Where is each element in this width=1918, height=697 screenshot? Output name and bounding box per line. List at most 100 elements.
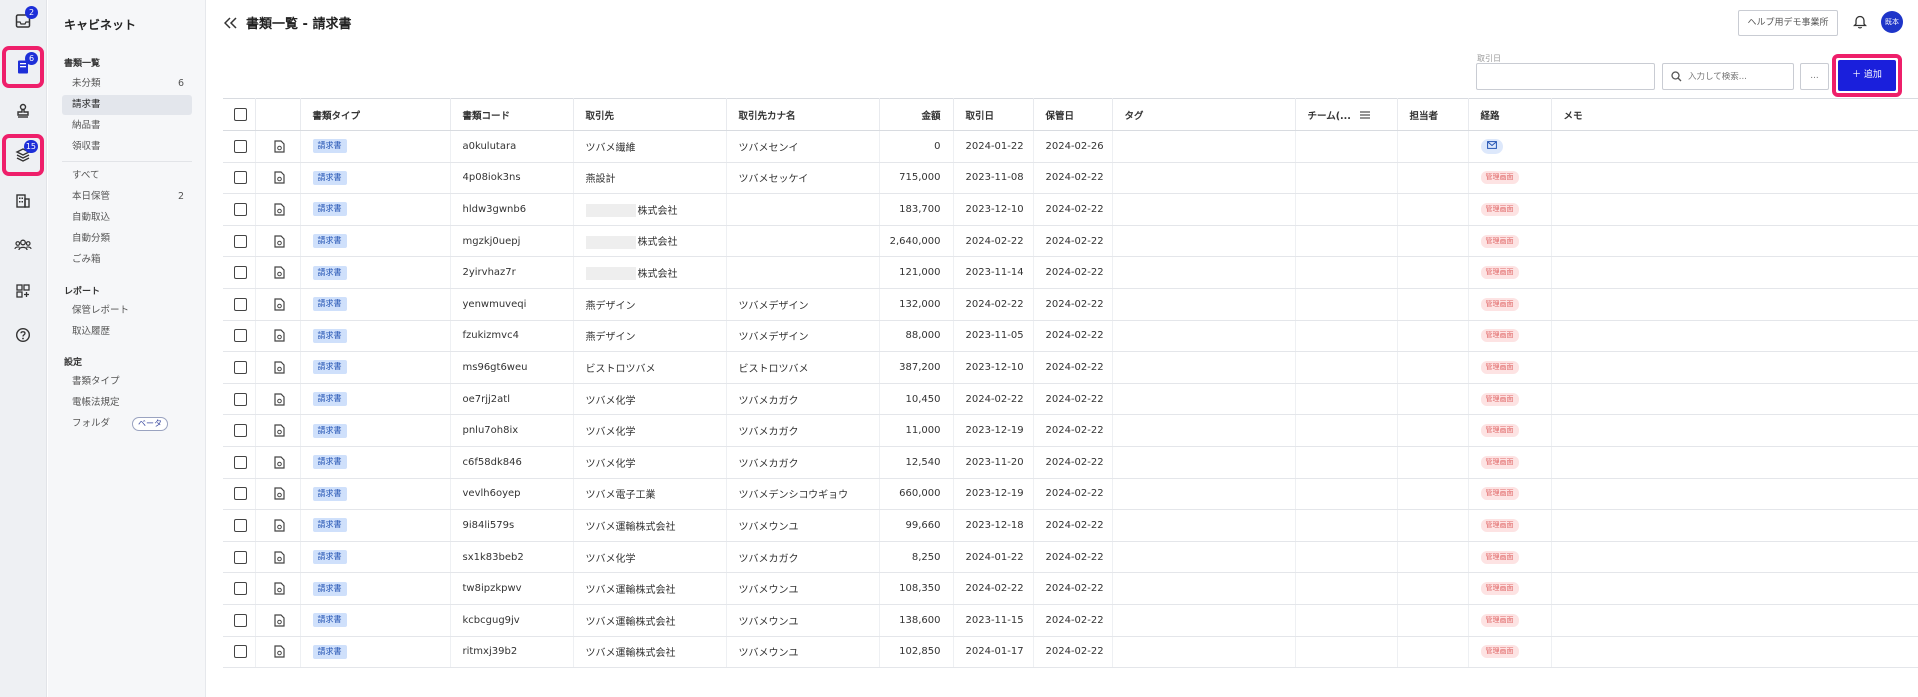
table-row[interactable]: 請求書 kcbcgug9jv ツバメ運輸株式会社 ツバメウンユ 138,600 2023-… <box>223 604 1918 637</box>
search-box[interactable] <box>1662 63 1794 90</box>
row-checkbox[interactable] <box>234 266 247 280</box>
column-header-doc-code[interactable]: 書類コード <box>450 98 574 131</box>
company-button[interactable] <box>6 184 40 218</box>
document-preview-icon[interactable] <box>273 519 285 532</box>
sidebar-item-today[interactable]: 本日保管 2 <box>62 187 192 207</box>
table-row[interactable]: 請求書 fzukizmvc4 燕デザイン ツバメデザイン 88,000 2023-11-0… <box>223 320 1918 353</box>
table-row[interactable]: 請求書 ritmxj39b2 ツバメ運輸株式会社 ツバメウンユ 102,850 2024-… <box>223 636 1918 669</box>
assignee-cell <box>1397 572 1469 605</box>
document-preview-icon[interactable] <box>273 361 285 374</box>
table-row[interactable]: 請求書 sx1k83beb2 ツバメ化学 ツバメカガク 8,250 2024-01-22 2… <box>223 541 1918 574</box>
office-switch-button[interactable]: ヘルプ用デモ事業所 <box>1738 10 1838 36</box>
column-header-trade-date[interactable]: 取引日 <box>953 98 1034 131</box>
partner-name: ツバメ繊維 <box>585 142 636 154</box>
document-preview-icon[interactable] <box>273 487 285 500</box>
row-checkbox[interactable] <box>234 234 247 248</box>
table-row[interactable]: 請求書 tw8ipzkpwv ツバメ運輸株式会社 ツバメウンユ 108,350 2024-… <box>223 572 1918 605</box>
date-filter-input[interactable] <box>1476 63 1655 90</box>
table-row[interactable]: 請求書 c6f58dk846 ツバメ化学 ツバメカガク 12,540 2023-11-20… <box>223 446 1918 479</box>
collapse-sidebar-icon[interactable] <box>224 16 238 29</box>
layers-button[interactable]: 15 <box>2 134 44 176</box>
row-checkbox[interactable] <box>234 582 247 596</box>
select-all-checkbox[interactable] <box>234 108 247 121</box>
document-preview-icon[interactable] <box>273 329 285 342</box>
partner-kana-cell: ツバメデザイン <box>726 320 880 353</box>
apps-button[interactable] <box>6 274 40 308</box>
table-row[interactable]: 請求書 hldw3gwnb6 株式会社 183,700 2023-12-10 2024-0… <box>223 193 1918 226</box>
document-preview-icon[interactable] <box>273 645 285 658</box>
document-preview-icon[interactable] <box>273 614 285 627</box>
column-header-memo[interactable]: メモ <box>1551 98 1918 131</box>
row-checkbox[interactable] <box>234 613 247 627</box>
row-checkbox[interactable] <box>234 297 247 311</box>
sidebar-item-invoice[interactable]: 請求書 <box>62 95 192 115</box>
sidebar-item-all[interactable]: すべて <box>62 166 192 186</box>
sidebar-item-delivery-note[interactable]: 納品書 <box>62 116 192 136</box>
document-preview-icon[interactable] <box>273 550 285 564</box>
sidebar-item-receipt[interactable]: 領収書 <box>62 137 192 157</box>
sidebar-item-unclassified[interactable]: 未分類 6 <box>62 74 192 94</box>
sidebar-item-trash[interactable]: ごみ箱 <box>62 250 192 270</box>
bell-icon[interactable] <box>1853 14 1867 29</box>
document-preview-icon[interactable] <box>273 298 285 311</box>
table-row[interactable]: 請求書 vevlh6oyep ツバメ電子工業 ツバメデンシコウギョウ 660,000 20… <box>223 478 1918 511</box>
add-button[interactable]: ＋ 追加 <box>1838 60 1896 91</box>
table-row[interactable]: 請求書 4p08iok3ns 燕設計 ツバメセッケイ 715,000 2023-11-08… <box>223 162 1918 195</box>
column-header-route[interactable]: 経路 <box>1468 98 1552 131</box>
table-row[interactable]: 請求書 mgzkj0uepj 株式会社 2,640,000 2024-02-22 2024… <box>223 225 1918 258</box>
table-row[interactable]: 請求書 oe7rjj2atl ツバメ化学 ツバメカガク 10,450 2024-02-22… <box>223 383 1918 416</box>
document-preview-icon[interactable] <box>273 582 285 595</box>
more-options-button[interactable]: ... <box>1800 63 1829 90</box>
table-row[interactable]: 請求書 2yirvhaz7r 株式会社 121,000 2023-11-14 2024-0… <box>223 256 1918 289</box>
documents-button[interactable]: 6 <box>2 46 44 88</box>
team-button[interactable] <box>6 228 40 262</box>
inbox-button[interactable]: 2 <box>6 4 40 38</box>
document-preview-icon[interactable] <box>273 456 285 469</box>
document-preview-icon[interactable] <box>273 266 285 279</box>
table-row[interactable]: 請求書 yenwmuveqi 燕デザイン ツバメデザイン 132,000 2024-02-… <box>223 288 1918 321</box>
sidebar-item-ebook-rules[interactable]: 電帳法規定 <box>62 393 192 413</box>
row-checkbox[interactable] <box>234 392 247 406</box>
row-checkbox[interactable] <box>234 518 247 532</box>
row-checkbox[interactable] <box>234 645 247 659</box>
sidebar-item-auto-import[interactable]: 自動取込 <box>62 208 192 228</box>
row-checkbox[interactable] <box>234 455 247 469</box>
filter-lines-icon[interactable] <box>1360 110 1371 119</box>
row-checkbox[interactable] <box>234 487 247 501</box>
sidebar-item-storage-report[interactable]: 保管レポート <box>62 301 192 321</box>
column-header-stored-date[interactable]: 保管日 <box>1033 98 1113 131</box>
sidebar-item-import-history[interactable]: 取込履歴 <box>62 322 192 342</box>
row-checkbox[interactable] <box>234 360 247 374</box>
column-header-assignee[interactable]: 担当者 <box>1397 98 1469 131</box>
document-preview-icon[interactable] <box>273 203 285 216</box>
column-header-amount[interactable]: 金額 <box>879 98 954 131</box>
row-checkbox[interactable] <box>234 202 247 216</box>
column-header-partner[interactable]: 取引先 <box>573 98 727 131</box>
sidebar-item-doc-types[interactable]: 書類タイプ <box>62 372 192 392</box>
column-header-team[interactable]: チーム(... <box>1295 98 1398 131</box>
search-input[interactable] <box>1688 71 1788 82</box>
partner-name: 燕設計 <box>585 174 616 186</box>
row-checkbox[interactable] <box>234 329 247 343</box>
row-checkbox[interactable] <box>234 424 247 438</box>
row-checkbox[interactable] <box>234 550 247 564</box>
table-row[interactable]: 請求書 9i84li579s ツバメ運輸株式会社 ツバメウンユ 99,660 2023-1… <box>223 509 1918 542</box>
column-header-partner-kana[interactable]: 取引先カナ名 <box>726 98 880 131</box>
table-row[interactable]: 請求書 ms96gt6weu ビストロツバメ ビストロツバメ 387,200 2023-1… <box>223 351 1918 384</box>
help-button[interactable] <box>6 318 40 352</box>
stamp-button[interactable] <box>6 94 40 128</box>
document-preview-icon[interactable] <box>273 424 285 437</box>
sidebar-item-folder[interactable]: フォルダ ベータ <box>62 414 192 434</box>
document-preview-icon[interactable] <box>273 234 285 248</box>
row-checkbox[interactable] <box>234 139 247 153</box>
table-row[interactable]: 請求書 pnlu7oh8ix ツバメ化学 ツバメカガク 11,000 2023-12-19… <box>223 414 1918 447</box>
row-checkbox[interactable] <box>234 171 247 185</box>
column-header-tag[interactable]: タグ <box>1112 98 1296 131</box>
document-preview-icon[interactable] <box>273 171 285 184</box>
column-header-doc-type[interactable]: 書類タイプ <box>300 98 451 131</box>
sidebar-item-auto-classify[interactable]: 自動分類 <box>62 229 192 249</box>
document-preview-icon[interactable] <box>273 392 285 406</box>
table-row[interactable]: 請求書 a0kulutara ツバメ繊維 ツバメセンイ 0 2024-01-22 2024-… <box>223 130 1918 163</box>
document-preview-icon[interactable] <box>273 140 285 153</box>
avatar[interactable]: 既本 <box>1881 11 1903 33</box>
